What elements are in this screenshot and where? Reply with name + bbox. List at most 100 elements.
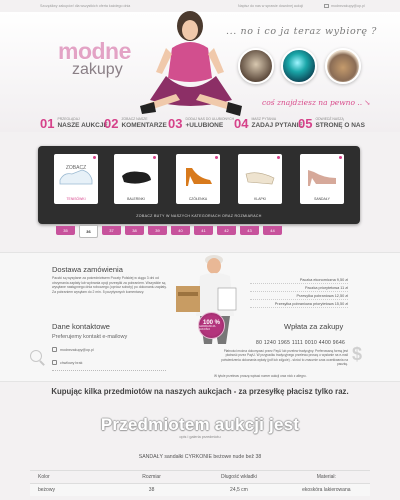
- top-email-text: modnezakupy@op.pl: [331, 4, 365, 8]
- category-label: BALERINKI: [127, 197, 145, 201]
- top-email-link[interactable]: modnezakupy@op.pl: [324, 4, 365, 8]
- step-number: 02: [104, 116, 119, 131]
- logo-line2: zakupy: [72, 61, 123, 78]
- category-dot: [277, 156, 280, 159]
- category-label: CZÓŁENKA: [188, 197, 208, 201]
- table-cell: ekoskóra lakierowana: [302, 487, 351, 493]
- contact-email: modnezakupy@op.pl: [60, 347, 94, 352]
- table-header: Kolor: [38, 474, 50, 480]
- category-label: SANDAŁY: [314, 197, 330, 201]
- divider: [52, 370, 166, 371]
- category-sandals[interactable]: SANDAŁY: [300, 154, 344, 204]
- badge-text: GWARANCJA JAKOŚCI: [199, 324, 216, 331]
- step-number: 04: [234, 116, 249, 131]
- tagline2-text: coś znajdziesz na pewno ..: [262, 98, 363, 107]
- category-dot: [93, 156, 96, 159]
- item-heading: Przedmiotem aukcji jest: [100, 415, 300, 434]
- contact-gg-row: chwilowy brak: [52, 360, 82, 365]
- step-main: +ULUBIONE: [185, 121, 224, 129]
- size-tab-active[interactable]: 36: [79, 225, 98, 238]
- table-header-row: Kolor Rozmiar Długość wkładki Materiał:: [30, 470, 370, 483]
- table-header: Rozmiar: [142, 474, 161, 480]
- table-cell: 24,5 cm: [230, 487, 248, 493]
- slipper-icon: [245, 172, 275, 185]
- size-tab[interactable]: 37: [102, 226, 121, 235]
- category-label: KLAPKI: [254, 197, 266, 201]
- payment-heading: Wpłata za zakupy: [284, 322, 344, 331]
- item-table: Kolor Rozmiar Długość wkładki Materiał: …: [30, 470, 370, 496]
- delivery-heading: Dostawa zamówienia: [52, 265, 123, 274]
- category-dot: [153, 156, 156, 159]
- category-pumps[interactable]: CZÓŁENKA: [176, 154, 220, 204]
- shipping-price-row: Przesyłka pobraniowa priorytetowa 15,50 …: [250, 300, 348, 308]
- payment-text: Płatności można dokonywać przez PayU lub…: [221, 349, 348, 366]
- page: Szczęśliwy zakupów! dla wszystkich ofert…: [0, 0, 400, 500]
- step-number: 03: [168, 116, 183, 131]
- step-number: 01: [40, 116, 55, 131]
- size-tab[interactable]: 38: [125, 226, 144, 235]
- sandal-icon: [308, 170, 336, 186]
- logo[interactable]: modne zakupy: [58, 38, 131, 79]
- category-dot: [339, 156, 342, 159]
- category-dot: [215, 156, 218, 159]
- item-title: SANDAŁY sandałki CYRKONIE beżowe nude be…: [138, 454, 262, 460]
- size-tab[interactable]: 43: [240, 226, 259, 235]
- header-tagline-secondary: coś znajdziesz na pewno .. ↘: [262, 98, 370, 107]
- shipping-price-row: Przesyłka pobraniowa 12,50 zł: [250, 292, 348, 300]
- shoe-circle-image: [238, 48, 274, 84]
- quality-badge: 100 % GWARANCJA JAKOŚCI: [198, 312, 225, 339]
- bank-account: 80 1240 1965 1111 0010 4400 9646: [256, 340, 346, 346]
- step-main: KOMENTARZE: [121, 121, 167, 129]
- category-sneakers[interactable]: ZOBACZ TENISÓWKI: [54, 154, 98, 204]
- arrow-down-icon: ↘: [364, 98, 371, 107]
- contact-subheading: Preferujemy kontakt e-mailowy: [52, 334, 128, 340]
- category-overlay-text: ZOBACZ: [66, 165, 86, 171]
- step-main: NASZE AUKCJE: [57, 121, 108, 129]
- delivery-text: Paczki są wysyłane za pośrednictwem Pocz…: [52, 276, 167, 294]
- size-tab[interactable]: 42: [217, 226, 236, 235]
- category-slippers[interactable]: KLAPKI: [238, 154, 282, 204]
- ballerina-icon: [122, 171, 151, 184]
- shipping-price-row: Paczka priorytetowa 11 zł: [250, 284, 348, 292]
- header-tagline: ... no i co ja teraz wybiorę ?: [226, 26, 377, 37]
- table-row: beżowy 38 24,5 cm ekoskóra lakierowana: [30, 483, 370, 496]
- category-caption: ZOBACZ BUTY W NASZYCH KATEGORIACH ORAZ R…: [136, 214, 262, 218]
- category-label: TENISÓWKI: [66, 197, 86, 201]
- contact-email-row[interactable]: modnezakupy@op.pl: [52, 347, 94, 352]
- step-05-about[interactable]: 05 ODWIEDŹ NASZĄ STRONĘ O NAS: [298, 116, 365, 131]
- chat-icon: [52, 360, 57, 365]
- size-tab[interactable]: 40: [171, 226, 190, 235]
- category-ballerinas[interactable]: BALERINKI: [114, 154, 158, 204]
- table-cell: 38: [148, 487, 155, 493]
- promo-text: Kupując kilka przedmiotów na naszych auk…: [51, 387, 349, 396]
- bokeh-circle-image: [281, 48, 317, 84]
- size-tab[interactable]: 39: [148, 226, 167, 235]
- contact-heading: Dane kontaktowe: [52, 322, 110, 331]
- shipping-price-row: Paczka ekonomiczna 9,50 zł: [250, 276, 348, 284]
- dollar-icon: $: [352, 344, 363, 364]
- contact-gg: chwilowy brak: [60, 360, 83, 365]
- envelope-icon: [52, 347, 57, 352]
- model-illustration: [140, 11, 242, 116]
- steps-nav: 01 PRZEGLĄDAJ NASZE AUKCJE 02 ZOBACZ NASZ…: [0, 116, 400, 134]
- pump-icon: [186, 168, 212, 186]
- envelope-icon: [324, 4, 329, 8]
- bag-circle-image: [325, 48, 361, 84]
- top-contact-text: Napisz do nas w sprawie dowolnej aukcji: [238, 4, 304, 8]
- table-cell: beżowy: [38, 487, 55, 493]
- magnifier-icon: [30, 350, 42, 362]
- size-tab[interactable]: 44: [263, 226, 282, 235]
- step-03-favorites[interactable]: 03 DODAJ NAS DO ULUBIONYCH +ULUBIONE: [168, 116, 234, 131]
- payment-note: W tytule przelewu proszę wpisać numer au…: [214, 374, 307, 378]
- item-subheading: opis i galeria przedmiotu: [179, 435, 221, 439]
- shipping-prices: Paczka ekonomiczna 9,50 zł Paczka priory…: [250, 276, 348, 308]
- size-tab[interactable]: 41: [194, 226, 213, 235]
- sneaker-icon: ZOBACZ: [59, 165, 93, 185]
- table-header: Długość wkładki: [221, 474, 257, 480]
- step-02-comments[interactable]: 02 ZOBACZ NASZE KOMENTARZE: [104, 116, 167, 131]
- step-04-question[interactable]: 04 MASZ PYTANIA ZADAJ PYTANIE: [234, 116, 303, 131]
- size-tab[interactable]: 35: [56, 226, 75, 235]
- table-header: Materiał:: [316, 474, 336, 480]
- category-panel: ZOBACZ TENISÓWKI BALERINKI CZÓŁENKA KLAP…: [38, 146, 360, 224]
- step-01-auctions[interactable]: 01 PRZEGLĄDAJ NASZE AUKCJE: [40, 116, 108, 131]
